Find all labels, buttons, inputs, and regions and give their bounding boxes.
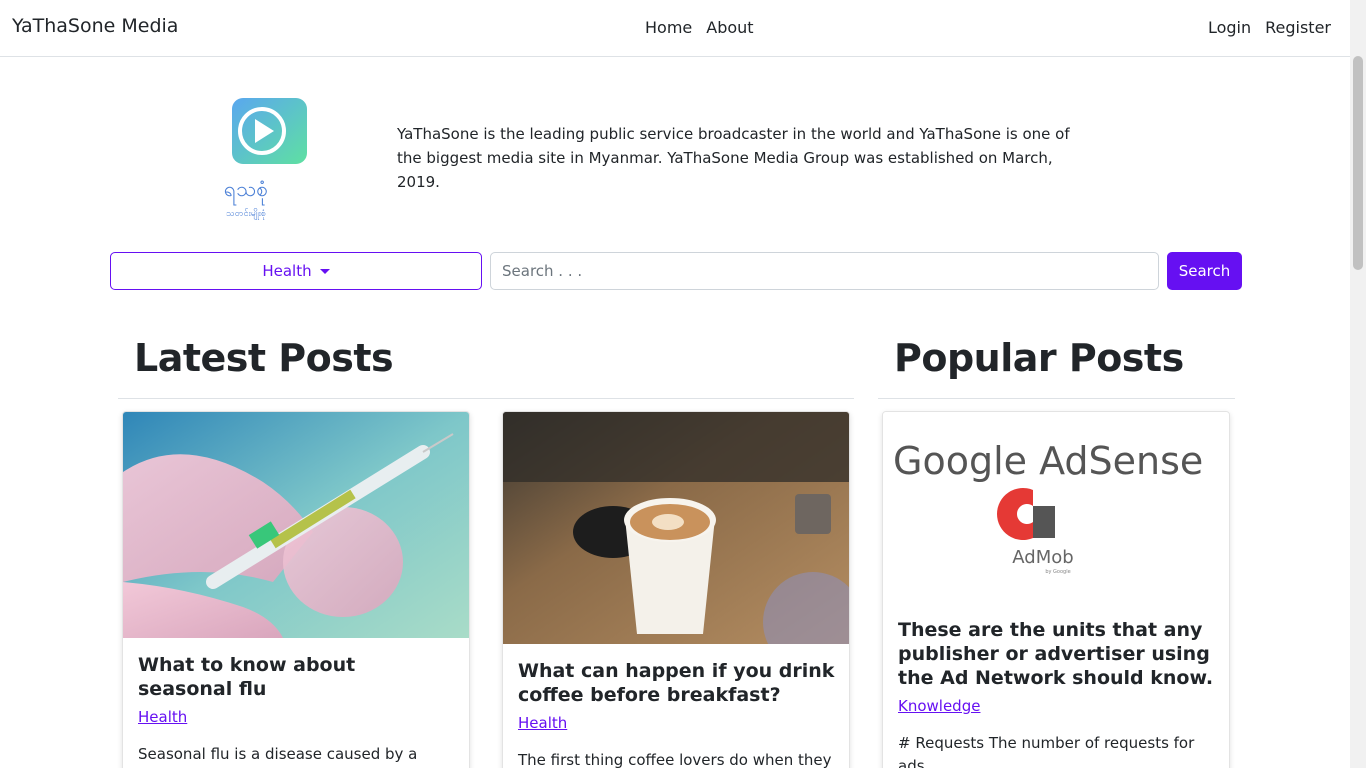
admob-by-google-text: by Google bbox=[1045, 569, 1070, 575]
post-excerpt: The first thing coffee lovers do when th… bbox=[518, 751, 832, 768]
latest-posts-heading: Latest Posts bbox=[134, 336, 394, 380]
auth-nav: Login Register bbox=[1208, 18, 1331, 37]
nav-about-link[interactable]: About bbox=[706, 18, 753, 37]
category-dropdown-label: Health bbox=[262, 262, 312, 280]
search-input[interactable] bbox=[490, 252, 1159, 290]
adsense-logo-text: Google AdSense bbox=[893, 439, 1203, 483]
post-excerpt: # Requests The number of requests for ad… bbox=[898, 734, 1195, 768]
post-image-adsense[interactable]: Google AdSense AdMob by Google bbox=[883, 412, 1229, 602]
post-excerpt: Seasonal flu is a disease caused by a vi… bbox=[138, 745, 418, 763]
post-title[interactable]: What can happen if you drink coffee befo… bbox=[518, 659, 835, 707]
brand-link[interactable]: YaThaSone Media bbox=[12, 15, 178, 37]
latest-divider bbox=[118, 398, 854, 399]
site-logo: ရသစုံ သတင်းမျိုးစုံ bbox=[182, 96, 310, 224]
popular-post-card[interactable]: Google AdSense AdMob by Google These are… bbox=[882, 411, 1230, 768]
latest-post-card[interactable]: What to know about seasonal flu Health S… bbox=[122, 411, 470, 768]
play-logo-icon: ရသစုံ သတင်းမျိုးစုံ bbox=[184, 98, 307, 220]
chevron-down-icon bbox=[319, 268, 330, 274]
post-body: What can happen if you drink coffee befo… bbox=[518, 659, 835, 768]
post-title[interactable]: What to know about seasonal flu bbox=[138, 653, 455, 701]
admob-logo-text: AdMob bbox=[1012, 547, 1073, 568]
post-body: What to know about seasonal flu Health S… bbox=[138, 653, 455, 768]
post-image-syringe[interactable] bbox=[123, 412, 469, 638]
search-button[interactable]: Search bbox=[1167, 252, 1242, 290]
post-category-link[interactable]: Knowledge bbox=[898, 697, 1215, 715]
post-body: These are the units that any publisher o… bbox=[898, 618, 1215, 768]
main-nav: Home About bbox=[645, 18, 754, 37]
post-title[interactable]: These are the units that any publisher o… bbox=[898, 618, 1215, 690]
category-dropdown-button[interactable]: Health bbox=[110, 252, 482, 290]
nav-login-link[interactable]: Login bbox=[1208, 18, 1251, 37]
nav-home-link[interactable]: Home bbox=[645, 18, 692, 37]
post-category-link[interactable]: Health bbox=[518, 714, 835, 732]
post-image-coffee[interactable] bbox=[503, 412, 849, 644]
post-category-link[interactable]: Health bbox=[138, 708, 455, 726]
site-intro-text: YaThaSone is the leading public service … bbox=[397, 125, 1070, 191]
logo-tagline: သတင်းမျိုးစုံ bbox=[226, 208, 266, 220]
scrollbar-thumb[interactable] bbox=[1353, 56, 1363, 270]
logo-wordmark: ရသစုံ bbox=[224, 177, 268, 206]
popular-divider bbox=[878, 398, 1235, 399]
top-navbar: YaThaSone Media Home About Login Registe… bbox=[0, 0, 1350, 57]
nav-register-link[interactable]: Register bbox=[1265, 18, 1331, 37]
latest-post-card[interactable]: What can happen if you drink coffee befo… bbox=[502, 411, 850, 768]
page-scrollbar[interactable] bbox=[1350, 0, 1366, 768]
popular-posts-heading: Popular Posts bbox=[894, 336, 1184, 380]
